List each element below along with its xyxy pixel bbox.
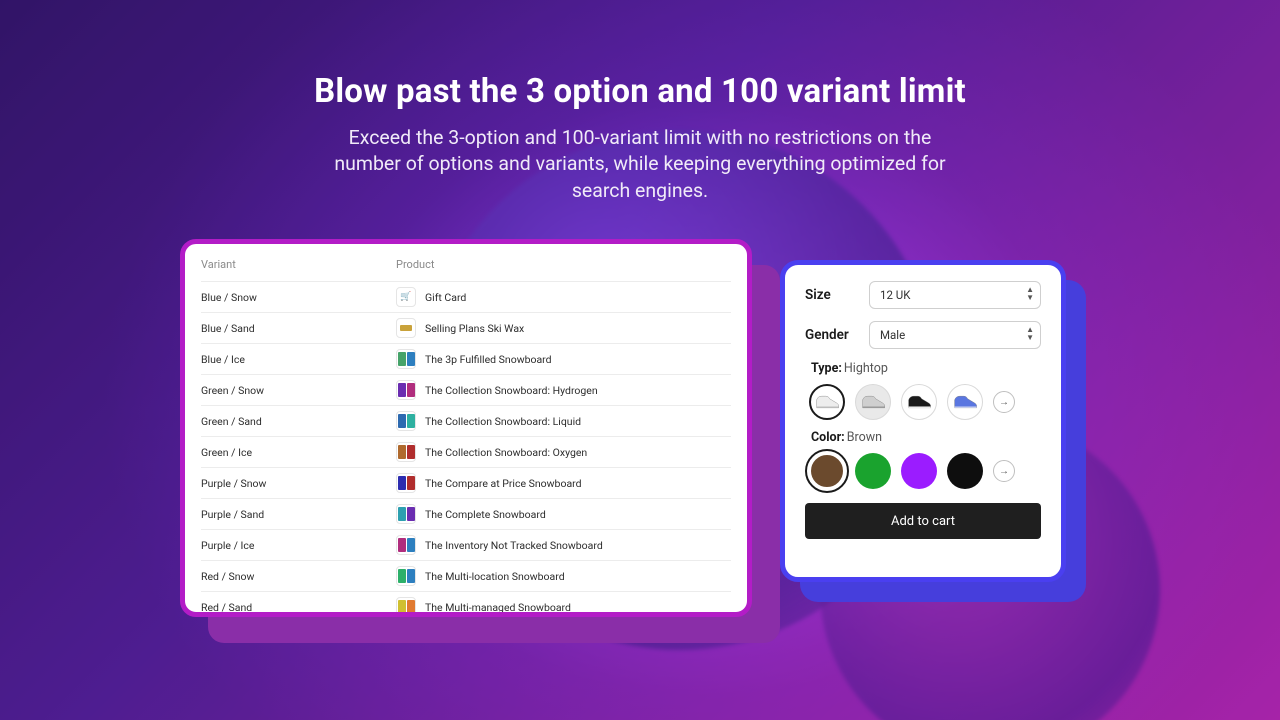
product-cell: The Collection Snowboard: Hydrogen: [396, 380, 731, 400]
product-thumb-icon: [396, 504, 416, 524]
product-thumb-icon: [396, 442, 416, 462]
product-cell: The Compare at Price Snowboard: [396, 473, 731, 493]
size-select[interactable]: 12 UK ▲▼: [869, 281, 1041, 309]
table-row[interactable]: Purple / Sand The Complete Snowboard: [201, 498, 731, 529]
variant-cell: Red / Snow: [201, 570, 396, 583]
hero-subtitle: Exceed the 3-option and 100-variant limi…: [320, 125, 960, 204]
product-cell: The Inventory Not Tracked Snowboard: [396, 535, 731, 555]
product-cell: Selling Plans Ski Wax: [396, 318, 731, 338]
color-next-arrow-icon[interactable]: →: [993, 460, 1015, 482]
product-cell: The Collection Snowboard: Liquid: [396, 411, 731, 431]
product-name: The Collection Snowboard: Hydrogen: [425, 384, 598, 397]
table-row[interactable]: Purple / Snow The Compare at Price Snowbo…: [201, 467, 731, 498]
product-thumb-icon: 🛒: [396, 287, 416, 307]
table-row[interactable]: Blue / Snow🛒 Gift Card: [201, 281, 731, 312]
hero-text: Blow past the 3 option and 100 variant l…: [0, 72, 1280, 204]
product-thumb-icon: [396, 318, 416, 338]
product-cell: The 3p Fulfilled Snowboard: [396, 349, 731, 369]
product-thumb-icon: [396, 473, 416, 493]
variant-cell: Blue / Sand: [201, 322, 396, 335]
product-cell: The Multi-location Snowboard: [396, 566, 731, 586]
product-name: The Multi-managed Snowboard: [425, 601, 571, 614]
column-header-product: Product: [396, 258, 731, 271]
type-swatch-hightop-white[interactable]: [809, 384, 845, 420]
gender-select-value: Male: [880, 328, 905, 342]
product-name: The Complete Snowboard: [425, 508, 546, 521]
type-swatch-hightop-grey[interactable]: [855, 384, 891, 420]
type-next-arrow-icon[interactable]: →: [993, 391, 1015, 413]
variant-cell: Green / Snow: [201, 384, 396, 397]
variant-cell: Blue / Ice: [201, 353, 396, 366]
table-row[interactable]: Blue / Ice The 3p Fulfilled Snowboard: [201, 343, 731, 374]
product-options-panel: Size 12 UK ▲▼ Gender Male ▲▼ Type:Highto…: [780, 260, 1066, 582]
select-arrows-icon: ▲▼: [1026, 326, 1034, 342]
variant-cell: Purple / Ice: [201, 539, 396, 552]
column-header-variant: Variant: [201, 258, 396, 271]
variant-cell: Purple / Snow: [201, 477, 396, 490]
color-swatch-black[interactable]: [947, 453, 983, 489]
table-header: Variant Product: [201, 258, 731, 281]
variant-cell: Green / Sand: [201, 415, 396, 428]
product-name: The 3p Fulfilled Snowboard: [425, 353, 552, 366]
product-thumb-icon: [396, 380, 416, 400]
table-row[interactable]: Red / Snow The Multi-location Snowboard: [201, 560, 731, 591]
color-heading: Color:Brown: [811, 430, 1041, 445]
table-row[interactable]: Red / Sand The Multi-managed Snowboard: [201, 591, 731, 617]
size-select-value: 12 UK: [880, 288, 910, 302]
product-name: Gift Card: [425, 291, 466, 304]
product-name: The Multi-location Snowboard: [425, 570, 565, 583]
table-row[interactable]: Purple / Ice The Inventory Not Tracked Sn…: [201, 529, 731, 560]
color-swatch-green[interactable]: [855, 453, 891, 489]
variants-panel: Variant Product Blue / Snow🛒Gift CardBlu…: [180, 239, 752, 617]
type-swatch-lowtop-black[interactable]: [901, 384, 937, 420]
color-swatch-purple[interactable]: [901, 453, 937, 489]
product-cell: The Multi-managed Snowboard: [396, 597, 731, 617]
size-label: Size: [805, 287, 859, 303]
gender-label: Gender: [805, 327, 859, 343]
type-heading: Type:Hightop: [811, 361, 1041, 376]
hero-title: Blow past the 3 option and 100 variant l…: [0, 72, 1280, 111]
product-cell: 🛒 Gift Card: [396, 287, 731, 307]
variant-cell: Green / Ice: [201, 446, 396, 459]
variant-cell: Red / Sand: [201, 601, 396, 614]
product-thumb-icon: [396, 349, 416, 369]
product-name: The Collection Snowboard: Oxygen: [425, 446, 587, 459]
product-name: The Collection Snowboard: Liquid: [425, 415, 581, 428]
product-name: The Inventory Not Tracked Snowboard: [425, 539, 603, 552]
variant-cell: Blue / Snow: [201, 291, 396, 304]
product-thumb-icon: [396, 411, 416, 431]
product-cell: The Collection Snowboard: Oxygen: [396, 442, 731, 462]
product-name: The Compare at Price Snowboard: [425, 477, 582, 490]
product-thumb-icon: [396, 566, 416, 586]
color-swatch-brown[interactable]: [809, 453, 845, 489]
product-thumb-icon: [396, 597, 416, 617]
add-to-cart-label: Add to cart: [891, 514, 955, 529]
gender-select[interactable]: Male ▲▼: [869, 321, 1041, 349]
table-row[interactable]: Green / Snow The Collection Snowboard: Hy…: [201, 374, 731, 405]
type-swatch-hightop-blue[interactable]: [947, 384, 983, 420]
product-name: Selling Plans Ski Wax: [425, 322, 524, 335]
add-to-cart-button[interactable]: Add to cart: [805, 503, 1041, 539]
table-row[interactable]: Blue / Sand Selling Plans Ski Wax: [201, 312, 731, 343]
product-thumb-icon: [396, 535, 416, 555]
table-row[interactable]: Green / Sand The Collection Snowboard: Li…: [201, 405, 731, 436]
product-cell: The Complete Snowboard: [396, 504, 731, 524]
select-arrows-icon: ▲▼: [1026, 286, 1034, 302]
table-row[interactable]: Green / Ice The Collection Snowboard: Oxy…: [201, 436, 731, 467]
variant-cell: Purple / Sand: [201, 508, 396, 521]
